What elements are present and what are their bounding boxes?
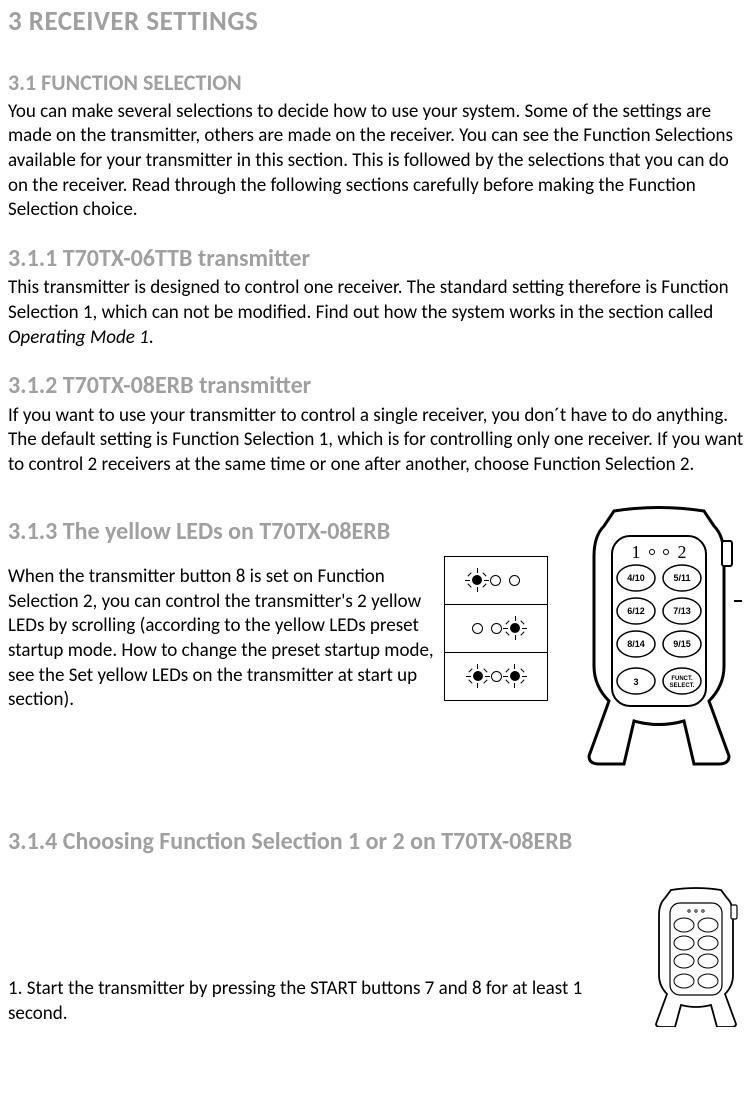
led-icon [472, 623, 483, 634]
device-button-label: 5/11 [673, 573, 690, 583]
section-3-1-1-body-part3: . [149, 326, 154, 349]
transmitter-diagram-large: 1 2 4/10 5/11 6/12 7/13 8/14 9/15 3 [574, 506, 744, 766]
device-number-2: 2 [678, 542, 687, 562]
led-icon [510, 671, 520, 681]
section-3-1-body: You can make several selections to decid… [8, 100, 744, 223]
device-button-label: SELECT. [670, 683, 695, 689]
section-3-1-2-body: If you want to use your transmitter to c… [8, 404, 744, 478]
led-state-table [444, 556, 548, 701]
section-3-1-2-title: 3.1.2 T70TX-08ERB transmitter [8, 370, 744, 401]
device-button-label: 7/13 [673, 606, 691, 616]
device-button-label: 6/12 [627, 606, 645, 616]
section-3-1-title: 3.1 FUNCTION SELECTION [8, 69, 744, 98]
led-icon [490, 575, 501, 586]
led-and-device-diagram: 1 2 4/10 5/11 6/12 7/13 8/14 9/15 3 [444, 506, 744, 776]
device-button-label: 4/10 [627, 573, 645, 583]
led-icon [472, 575, 482, 585]
device-button-label: 8/14 [627, 639, 645, 649]
device-button-label: FUNCT. [671, 676, 693, 682]
device-button-label: 3 [633, 677, 638, 687]
led-icon [491, 623, 502, 634]
section-3-1-1-body-italic: Operating Mode 1 [8, 326, 149, 349]
led-row-1 [446, 575, 546, 586]
section-3-1-3-body: When the transmitter button 8 is set on … [8, 565, 434, 713]
section-3-1-4-step1: 1. Start the transmitter by pressing the… [8, 977, 639, 1026]
led-icon [510, 623, 520, 633]
transmitter-diagram-small [649, 887, 744, 1027]
device-number-1: 1 [632, 542, 641, 562]
led-icon [473, 671, 483, 681]
chapter-title: 3 RECEIVER SETTINGS [8, 4, 744, 39]
led-row-2 [446, 623, 546, 634]
led-row-3 [446, 671, 546, 682]
led-icon [491, 671, 502, 682]
section-3-1-3-title: 3.1.3 The yellow LEDs on T70TX-08ERB [8, 516, 434, 547]
section-3-1-1-title: 3.1.1 T70TX-06TTB transmitter [8, 243, 744, 274]
led-icon [509, 575, 520, 586]
section-3-1-1-body: This transmitter is designed to control … [8, 276, 744, 350]
device-button-label: 9/15 [673, 639, 691, 649]
section-3-1-4-title: 3.1.4 Choosing Function Selection 1 or 2… [8, 826, 744, 857]
section-3-1-1-body-part1: This transmitter is designed to control … [8, 276, 729, 324]
